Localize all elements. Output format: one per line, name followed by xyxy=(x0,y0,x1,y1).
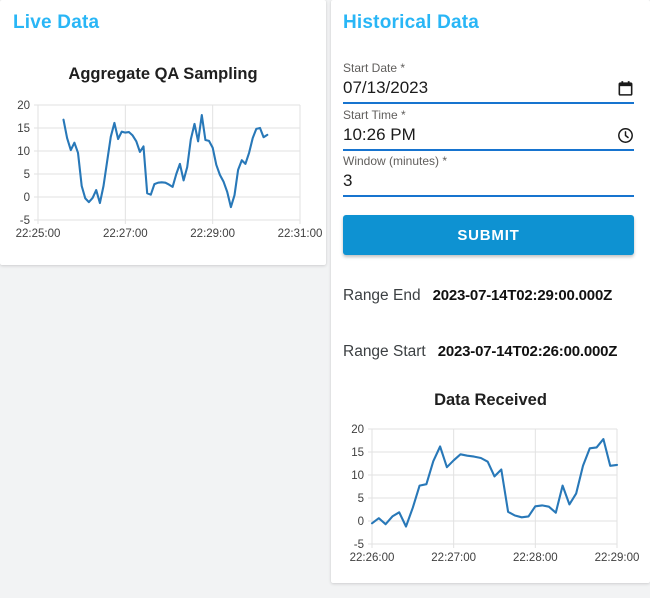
svg-text:15: 15 xyxy=(17,123,30,135)
svg-text:0: 0 xyxy=(358,516,364,528)
start-date-input[interactable]: 07/13/2023 xyxy=(343,78,428,98)
calendar-icon[interactable] xyxy=(617,80,634,97)
window-minutes-label: Window (minutes) * xyxy=(343,154,448,168)
range-start-row: Range Start 2023-07-14T02:26:00.000Z xyxy=(343,343,640,361)
svg-text:-5: -5 xyxy=(20,215,30,227)
range-end-value: 2023-07-14T02:29:00.000Z xyxy=(432,287,613,304)
required-asterisk: * xyxy=(400,61,406,75)
live-data-header: Live Data xyxy=(13,12,100,33)
range-end-label: Range End xyxy=(343,287,421,304)
live-chart-plot: 20 15 10 5 0 -522:25:00 22:27:00 22:29:00 22:31:… xyxy=(16,100,323,240)
svg-text:5: 5 xyxy=(358,493,364,505)
start-time-field: Start Time * 10:26 PM xyxy=(343,108,634,151)
svg-text:22:27:00: 22:27:00 xyxy=(431,552,476,564)
svg-text:20: 20 xyxy=(17,100,30,112)
data-received-chart: Data Received 20 15 10 5 0 -5 22:26:00 22:27:00… xyxy=(331,385,650,585)
clock-icon[interactable] xyxy=(617,127,634,144)
submit-button[interactable]: SUBMIT xyxy=(343,215,634,255)
svg-text:22:28:00: 22:28:00 xyxy=(513,552,558,564)
svg-text:10: 10 xyxy=(17,146,30,158)
svg-text:22:31:00: 22:31:00 xyxy=(278,228,323,240)
svg-text:22:29:00: 22:29:00 xyxy=(595,552,640,564)
svg-text:22:25:00: 22:25:00 xyxy=(16,228,61,240)
range-start-value: 2023-07-14T02:26:00.000Z xyxy=(437,343,618,360)
range-end-row: Range End 2023-07-14T02:29:00.000Z xyxy=(343,287,640,305)
required-asterisk: * xyxy=(401,108,406,122)
historical-data-panel: Historical Data Start Date * 07/13/2023 xyxy=(331,0,650,583)
historical-data-header: Historical Data xyxy=(343,12,480,33)
svg-text:22:27:00: 22:27:00 xyxy=(103,228,148,240)
live-data-panel: Live Data Aggregate QA Sampling 20 15 10 5 0… xyxy=(0,0,326,265)
svg-text:5: 5 xyxy=(24,169,30,181)
required-asterisk: * xyxy=(442,154,448,168)
window-minutes-field: Window (minutes) * 3 xyxy=(343,154,634,197)
range-start-label: Range Start xyxy=(343,343,426,360)
start-date-field: Start Date * 07/13/2023 xyxy=(343,61,634,104)
live-chart-title: Aggregate QA Sampling xyxy=(68,65,258,83)
svg-text:22:29:00: 22:29:00 xyxy=(190,228,235,240)
svg-text:15: 15 xyxy=(351,447,364,459)
svg-text:-5: -5 xyxy=(354,539,364,551)
start-time-underline xyxy=(343,149,634,151)
window-minutes-input[interactable]: 3 xyxy=(343,171,352,191)
data-received-chart-title: Data Received xyxy=(434,391,547,409)
start-date-label: Start Date * xyxy=(343,61,406,75)
svg-text:0: 0 xyxy=(24,192,30,204)
start-time-label: Start Time * xyxy=(343,108,406,122)
live-chart: Aggregate QA Sampling 20 15 10 5 0 -5 22:25:00… xyxy=(0,60,326,252)
svg-text:10: 10 xyxy=(351,470,364,482)
window-minutes-underline xyxy=(343,195,634,197)
data-received-chart-plot: 20 15 10 5 0 -522:26:00 22:27:00 22:28:00 22:29:… xyxy=(350,424,640,564)
qa-dashboard: Live Data Aggregate QA Sampling 20 15 10 5 0… xyxy=(0,0,650,598)
svg-text:22:26:00: 22:26:00 xyxy=(350,552,395,564)
svg-text:20: 20 xyxy=(351,424,364,436)
start-date-underline xyxy=(343,102,634,104)
start-time-input[interactable]: 10:26 PM xyxy=(343,125,416,145)
